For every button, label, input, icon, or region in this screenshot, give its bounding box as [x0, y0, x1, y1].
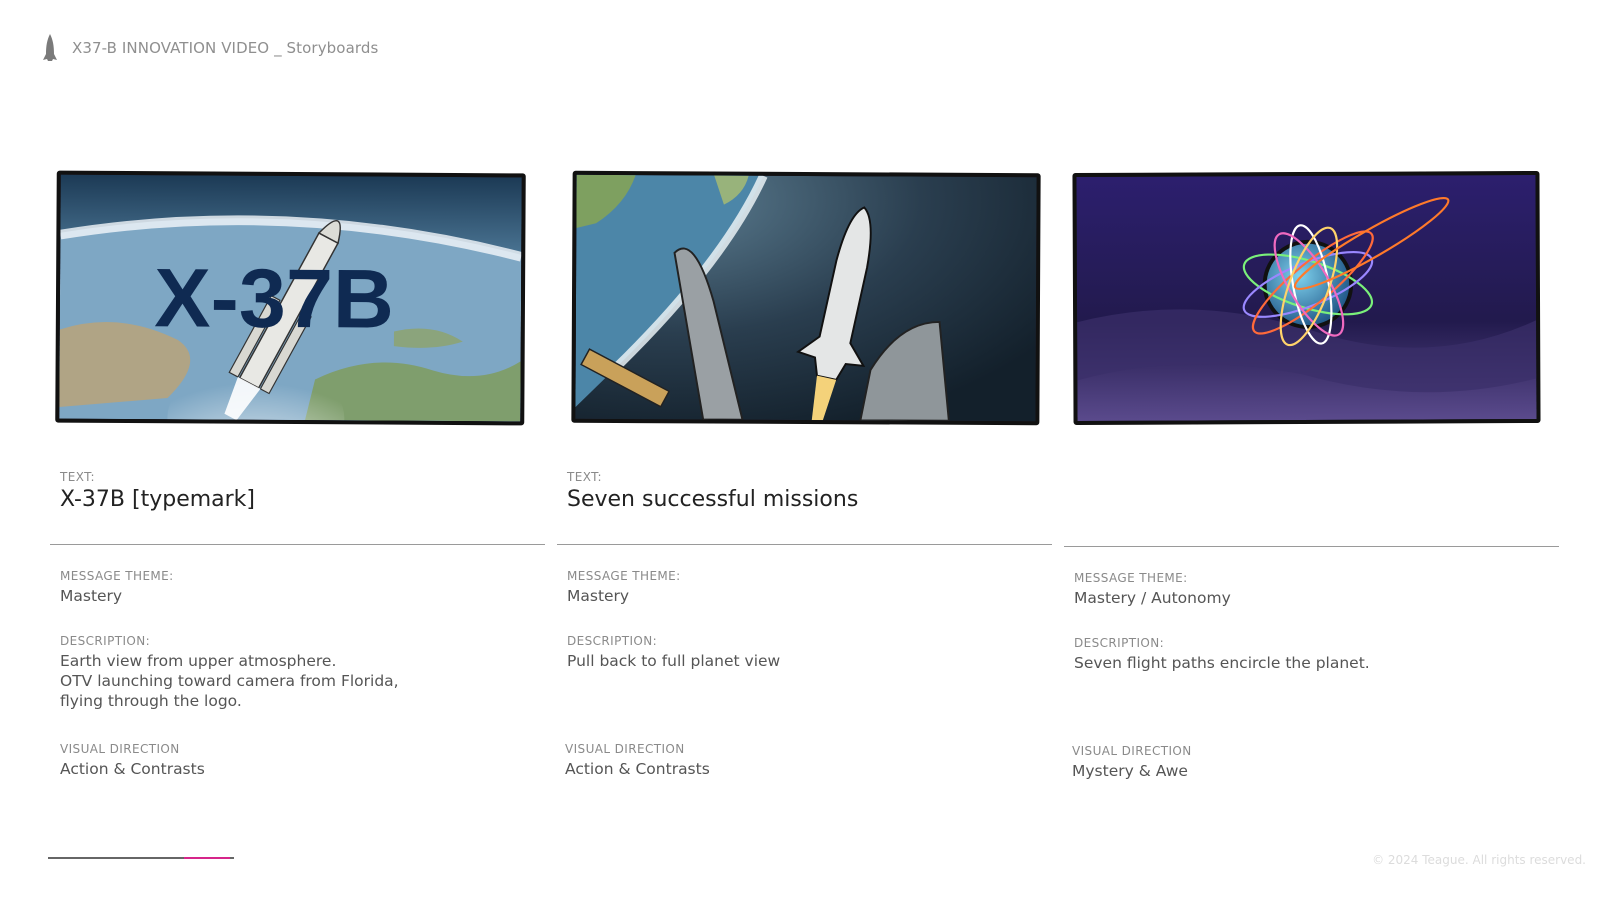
description-line: Pull back to full planet view	[567, 652, 781, 670]
panel-2-text: TEXT: Seven successful missions	[557, 470, 1052, 544]
theme-value: Mastery	[567, 587, 630, 605]
panel-1-theme: MESSAGE THEME: Mastery	[50, 569, 545, 606]
orbits-sketch	[1076, 174, 1537, 422]
copyright-notice: © 2024 Teague. All rights reserved.	[1372, 853, 1586, 867]
panel-2-visual-direction: VISUAL DIRECTION Action & Contrasts	[557, 742, 1052, 779]
rocket-icon	[43, 34, 57, 61]
description-line: Earth view from upper atmosphere.	[60, 652, 337, 670]
panel-1-visual-direction: VISUAL DIRECTION Action & Contrasts	[50, 742, 545, 779]
description-label: DESCRIPTION:	[1074, 636, 1165, 650]
storyboard-frame-1: X-37B	[55, 170, 526, 426]
divider	[1064, 546, 1559, 547]
slide-progress-bar	[48, 857, 234, 859]
slide-progress-fill	[183, 857, 231, 859]
panel-3-visual-direction: VISUAL DIRECTION Mystery & Awe	[1064, 744, 1559, 781]
panel-3-text	[1064, 472, 1559, 546]
frame-typemark: X-37B	[154, 251, 394, 346]
description-line: OTV launching toward camera from Florida…	[60, 672, 399, 690]
storyboard-page: X37-B INNOVATION VIDEO _ Storyboards X-3…	[0, 0, 1600, 900]
visual-value: Action & Contrasts	[60, 760, 205, 778]
text-label: TEXT:	[60, 470, 95, 484]
page-title: X37-B INNOVATION VIDEO _ Storyboards	[72, 39, 379, 57]
visual-label: VISUAL DIRECTION	[1072, 744, 1192, 758]
launch-sketch: X-37B	[59, 174, 522, 422]
panel-3-theme: MESSAGE THEME: Mastery / Autonomy	[1064, 571, 1559, 608]
panel-2-details: TEXT: Seven successful missions MESSAGE …	[557, 470, 1052, 779]
storyboard-frame-2	[571, 170, 1041, 426]
divider	[50, 544, 545, 545]
panel-1-details: TEXT: X-37B [typemark] MESSAGE THEME: Ma…	[50, 470, 545, 779]
text-value: Seven successful missions	[567, 487, 859, 512]
description-label: DESCRIPTION:	[60, 634, 151, 648]
panel-1-text: TEXT: X-37B [typemark]	[50, 470, 545, 544]
theme-label: MESSAGE THEME:	[567, 569, 681, 583]
storyboard-frame-3	[1072, 170, 1541, 426]
page-header: X37-B INNOVATION VIDEO _ Storyboards	[42, 34, 378, 62]
panel-2-description: DESCRIPTION: Pull back to full planet vi…	[557, 634, 1052, 724]
text-value: X-37B [typemark]	[60, 487, 256, 512]
theme-value: Mastery	[60, 587, 123, 605]
visual-value: Mystery & Awe	[1072, 762, 1188, 780]
panel-1-description: DESCRIPTION: Earth view from upper atmos…	[50, 634, 545, 724]
text-label: TEXT:	[567, 470, 602, 484]
divider	[557, 544, 1052, 545]
description-line: flying through the logo.	[60, 692, 242, 710]
orbiter-sketch	[575, 174, 1037, 422]
visual-label: VISUAL DIRECTION	[60, 742, 180, 756]
theme-value: Mastery / Autonomy	[1074, 589, 1231, 607]
description-label: DESCRIPTION:	[567, 634, 658, 648]
visual-label: VISUAL DIRECTION	[565, 742, 685, 756]
description-line: Seven flight paths encircle the planet.	[1074, 654, 1370, 672]
theme-label: MESSAGE THEME:	[60, 569, 174, 583]
panel-3-details: MESSAGE THEME: Mastery / Autonomy DESCRI…	[1064, 470, 1559, 781]
panel-2-theme: MESSAGE THEME: Mastery	[557, 569, 1052, 606]
panel-3-description: DESCRIPTION: Seven flight paths encircle…	[1064, 636, 1559, 726]
visual-value: Action & Contrasts	[565, 760, 710, 778]
theme-label: MESSAGE THEME:	[1074, 571, 1188, 585]
